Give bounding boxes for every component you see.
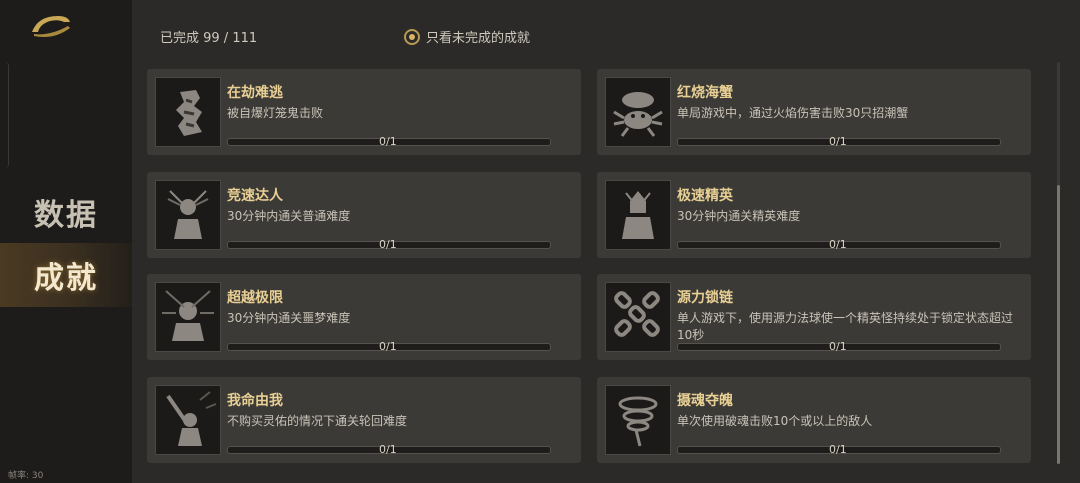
achievement-card[interactable]: 我命由我 不购买灵佑的情况下通关轮回难度 0/1 [147, 377, 581, 463]
progress-text: 0/1 [829, 135, 847, 148]
achievement-title: 在劫难逃 [227, 85, 283, 101]
achievement-title: 摄魂夺魄 [677, 393, 733, 409]
warrior-nightmare-icon [155, 282, 221, 352]
achievement-description: 单局游戏中，通过火焰伤害击败30只招潮蟹 [677, 106, 909, 120]
crab-icon [605, 77, 671, 147]
achievement-title: 超越极限 [227, 290, 283, 306]
achievement-title: 极速精英 [677, 188, 733, 204]
sidebar: 数据 成就 帧率: 30 [0, 0, 132, 483]
progress-text: 0/1 [379, 443, 397, 456]
achievement-card[interactable]: 源力锁链 单人游戏下，使用源力法球使一个精英怪持续处于锁定状态超过10秒 0/1 [597, 274, 1031, 360]
achievement-description: 被自爆灯笼鬼击败 [227, 106, 324, 120]
achievement-description: 30分钟内通关噩梦难度 [227, 311, 351, 325]
warrior-icon [155, 180, 221, 250]
achievement-title: 源力锁链 [677, 290, 733, 306]
progress-text: 0/1 [379, 340, 397, 353]
achievement-description: 30分钟内通关普通难度 [227, 209, 351, 223]
vortex-icon [605, 385, 671, 455]
fps-counter: 帧率: 30 [8, 471, 44, 481]
achievement-description: 单次使用破魂击败10个或以上的敌人 [677, 414, 873, 428]
achievement-description: 不购买灵佑的情况下通关轮回难度 [227, 414, 408, 428]
progress-text: 0/1 [379, 135, 397, 148]
achievement-card[interactable]: 在劫难逃 被自爆灯笼鬼击败 0/1 [147, 69, 581, 155]
nav-tab-data[interactable]: 数据 [0, 180, 132, 244]
scrollbar-thumb[interactable] [1057, 185, 1060, 464]
game-logo-icon [32, 16, 70, 37]
nav-tab-achievements[interactable]: 成就 [0, 243, 132, 307]
chain-icon [605, 282, 671, 352]
progress-text: 0/1 [379, 238, 397, 251]
radio-icon [404, 28, 420, 45]
lantern-ghost-icon [155, 77, 221, 147]
achievement-card[interactable]: 竞速达人 30分钟内通关普通难度 0/1 [147, 172, 581, 258]
filter-incomplete-toggle[interactable]: 只看未完成的成就 [404, 27, 530, 46]
collapse-handle[interactable] [0, 62, 9, 168]
achievement-card[interactable]: 摄魂夺魄 单次使用破魂击败10个或以上的敌人 0/1 [597, 377, 1031, 463]
achievement-card[interactable]: 极速精英 30分钟内通关精英难度 0/1 [597, 172, 1031, 258]
achievement-card[interactable]: 超越极限 30分钟内通关噩梦难度 0/1 [147, 274, 581, 360]
achievements-panel: 已完成 99 / 111 只看未完成的成就 在劫难逃 被自爆灯笼鬼击败 0/1 … [132, 0, 1080, 483]
filter-label: 只看未完成的成就 [426, 31, 531, 46]
raised-sword-icon [155, 385, 221, 455]
achievement-title: 我命由我 [227, 393, 283, 409]
progress-text: 0/1 [829, 238, 847, 251]
warrior-elite-icon [605, 180, 671, 250]
achievement-title: 红烧海蟹 [677, 85, 733, 101]
progress-text: 0/1 [829, 340, 847, 353]
progress-text: 0/1 [829, 443, 847, 456]
achievement-description: 单人游戏下，使用源力法球使一个精英怪持续处于锁定状态超过10秒 [677, 311, 1014, 342]
achievement-description: 30分钟内通关精英难度 [677, 209, 801, 223]
completion-summary: 已完成 99 / 111 [160, 31, 258, 46]
achievement-card[interactable]: 红烧海蟹 单局游戏中，通过火焰伤害击败30只招潮蟹 0/1 [597, 69, 1031, 155]
achievement-title: 竞速达人 [227, 188, 283, 204]
